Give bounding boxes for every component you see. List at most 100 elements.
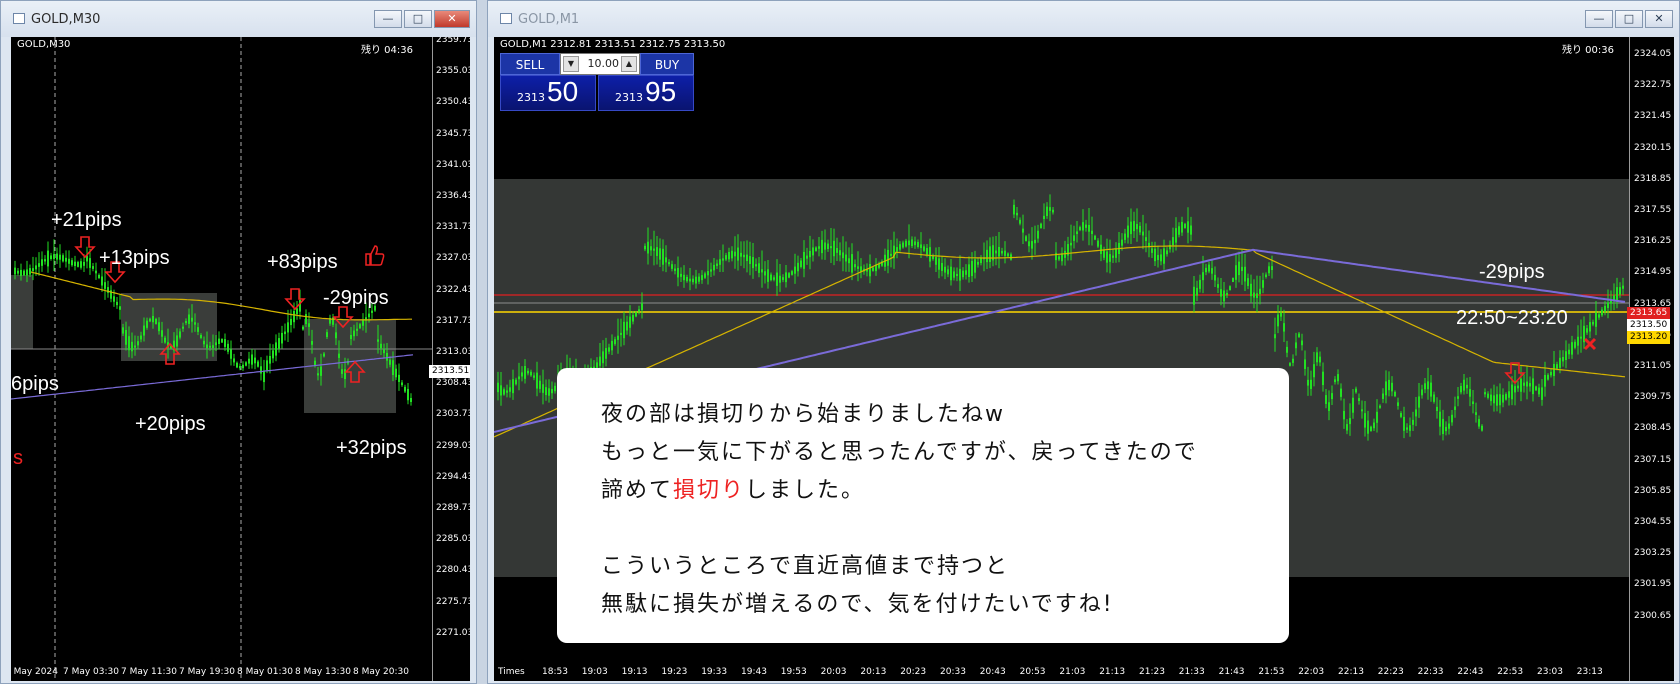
- candle-body: [1217, 284, 1219, 288]
- candle-body: [968, 264, 970, 278]
- candle-body: [608, 347, 610, 352]
- minimize-button[interactable]: —: [374, 10, 402, 28]
- candle-body: [302, 326, 304, 330]
- candle-body: [728, 252, 730, 260]
- candle-body: [1301, 340, 1303, 346]
- candle-body: [152, 315, 154, 323]
- close-button[interactable]: ✕: [434, 10, 470, 28]
- comment-stop-loss-highlight: 損切り: [673, 478, 746, 503]
- candle-body: [65, 257, 67, 262]
- candle-body: [1460, 385, 1462, 393]
- left-price-tick-label: 2275.73: [436, 596, 470, 607]
- candle-body: [626, 321, 628, 331]
- candle-body: [716, 263, 718, 266]
- candle-body: [230, 349, 232, 359]
- candle-body: [623, 321, 625, 339]
- ask-price-button[interactable]: 2313 95: [598, 75, 694, 111]
- candle-body: [806, 255, 808, 259]
- lot-size-field[interactable]: ▼ 10.00 ▲: [560, 53, 640, 75]
- candle-body: [1337, 374, 1339, 382]
- minimize-button[interactable]: —: [1585, 10, 1613, 28]
- candle-body: [407, 388, 409, 401]
- candle-body: [1574, 341, 1576, 348]
- close-button[interactable]: ✕: [1645, 10, 1673, 28]
- candle-body: [356, 328, 358, 331]
- candle-body: [209, 345, 211, 348]
- candle-body: [755, 264, 757, 267]
- left-price-tick-label: 2341.03: [436, 159, 470, 170]
- sell-button[interactable]: SELL: [500, 53, 560, 75]
- candle-body: [722, 258, 724, 261]
- candle-body: [1316, 352, 1318, 363]
- left-price-chart[interactable]: GOLD,M30 残り 04:36 2359.73 2355.03 2350.43 2…: [11, 37, 470, 681]
- candle-body: [953, 271, 955, 278]
- candle-body: [1619, 287, 1621, 295]
- right-time-tick-label: 21:53: [1258, 667, 1285, 677]
- comment-line-1: 夜の部は損切りから始まりましたねw: [601, 402, 1005, 427]
- right-price-tick-label: 2304.55: [1634, 517, 1672, 527]
- candle-body: [140, 335, 142, 340]
- lot-decrease-icon[interactable]: ▼: [563, 56, 579, 72]
- candle-body: [611, 340, 613, 351]
- left-price-tick-label: 2271.03: [436, 627, 470, 638]
- candle-body: [542, 384, 544, 393]
- right-price-tick-label: 2316.25: [1634, 236, 1672, 247]
- candle-body: [830, 246, 832, 249]
- candle-body: [1430, 382, 1432, 397]
- candle-body: [1151, 248, 1153, 253]
- candle-body: [605, 348, 607, 359]
- candle-body: [1214, 274, 1216, 281]
- candle-body: [989, 246, 991, 262]
- right-time-tick-label: 18:53: [542, 667, 568, 677]
- bid-price-button[interactable]: 2313 50: [500, 75, 596, 111]
- candle-body: [197, 327, 199, 332]
- commentary-box: 夜の部は損切りから始まりましたねw もっと一気に下がると思ったんですが、戻ってき…: [557, 368, 1289, 643]
- left-price-tick-label: 2280.43: [436, 565, 470, 576]
- candle-body: [1478, 419, 1480, 427]
- left-price-tick-label: 2299.03: [436, 440, 470, 451]
- lot-increase-icon[interactable]: ▲: [621, 56, 637, 72]
- buy-button[interactable]: BUY: [640, 53, 694, 75]
- right-time-tick-label: 22:43: [1457, 667, 1484, 677]
- lot-size-value[interactable]: 10.00: [581, 57, 620, 70]
- left-title-bar[interactable]: GOLD,M30 — □ ✕: [1, 1, 476, 37]
- annotation-plus20: +20pips: [135, 413, 206, 435]
- candle-body: [923, 246, 925, 251]
- left-price-tick-label: 2308.43: [436, 378, 470, 389]
- candle-body: [221, 338, 223, 343]
- candle-body: [1091, 230, 1093, 234]
- bid-price-big-figure: 2313: [517, 91, 545, 104]
- candle-body: [1022, 228, 1024, 233]
- candle-body: [821, 239, 823, 254]
- right-remaining-time: 残り 00:36: [1562, 45, 1614, 56]
- candle-body: [1247, 278, 1249, 286]
- annotation-time-range: 22:50~23:20: [1456, 307, 1568, 329]
- candle-body: [707, 271, 709, 276]
- maximize-button[interactable]: □: [404, 10, 432, 28]
- candle-body: [131, 341, 133, 352]
- candle-body: [962, 270, 964, 278]
- candle-body: [794, 266, 796, 274]
- candle-body: [818, 246, 820, 249]
- candle-body: [944, 266, 946, 273]
- candle-body: [1013, 204, 1015, 215]
- candle-body: [1028, 241, 1030, 247]
- candle-body: [887, 249, 889, 266]
- comment-line-3-start: 諦めて: [601, 478, 674, 503]
- annotation-minus29-right: -29pips: [1479, 261, 1545, 283]
- candle-body: [1493, 395, 1495, 404]
- candle-body: [1580, 336, 1582, 339]
- candle-body: [1190, 225, 1192, 235]
- maximize-button[interactable]: □: [1615, 10, 1643, 28]
- left-chart-symbol-label: GOLD,M30: [17, 39, 71, 50]
- right-title-bar[interactable]: GOLD,M1 — □ ✕: [488, 1, 1679, 37]
- candle-body: [236, 362, 238, 368]
- left-time-tick-label: 7 May 19:30: [179, 667, 235, 677]
- right-price-tick-label: 2303.25: [1634, 548, 1672, 559]
- candle-body: [1007, 253, 1009, 257]
- candle-body: [1412, 419, 1414, 425]
- candle-body: [995, 250, 997, 254]
- candle-body: [14, 267, 16, 275]
- candle-body: [1052, 209, 1054, 213]
- candle-body: [746, 254, 748, 262]
